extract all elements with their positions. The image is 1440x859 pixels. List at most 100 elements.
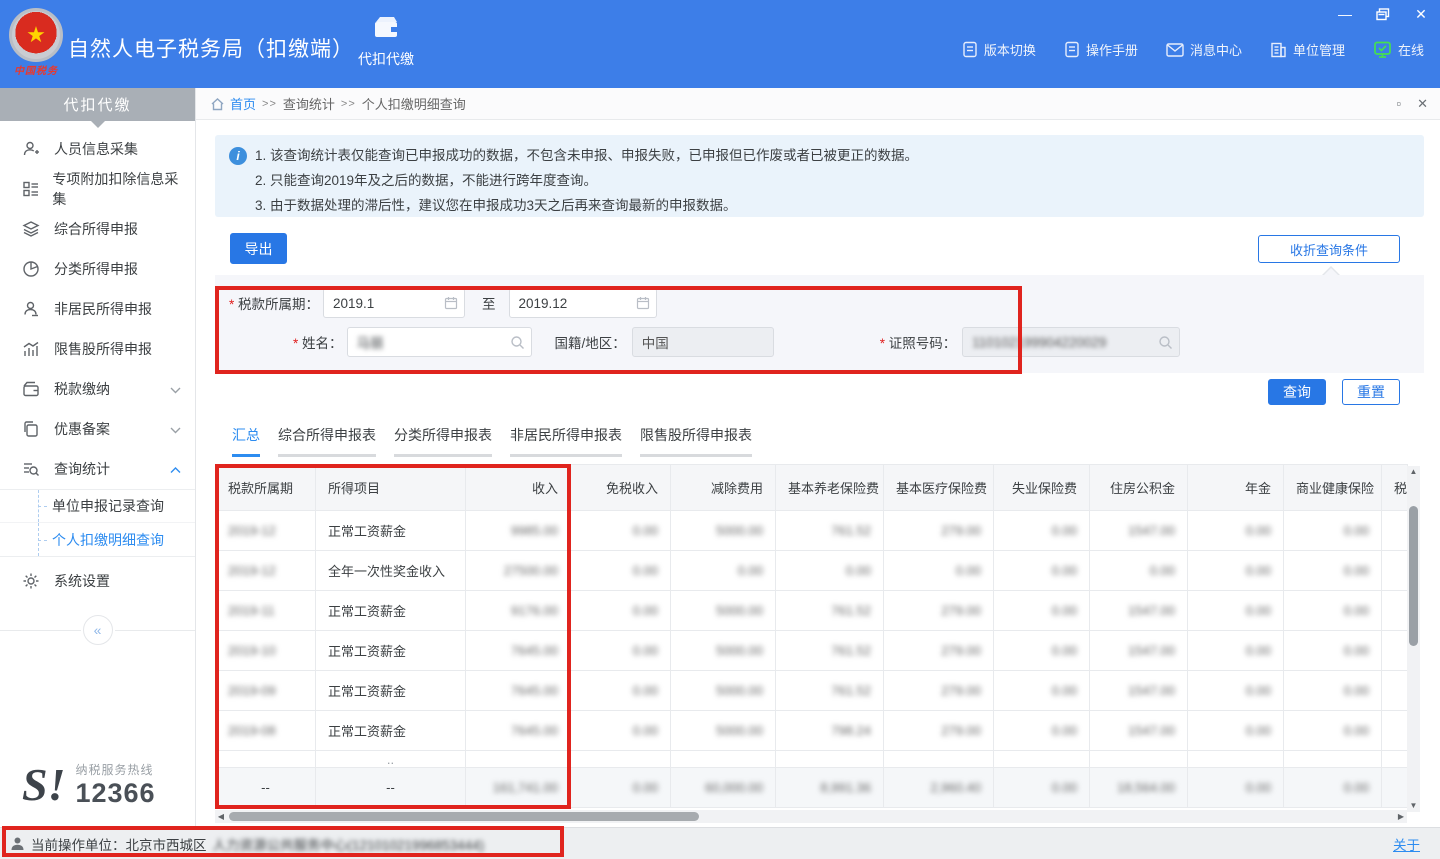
col-header: 税款所属期 (216, 465, 316, 511)
scroll-down-icon[interactable]: ▼ (1410, 800, 1418, 812)
sidebar-item-label: 分类所得申报 (54, 259, 138, 279)
sidebar-item-restricted-shares[interactable]: 限售股所得申报 (0, 329, 195, 369)
sidebar-item-comprehensive-income[interactable]: 综合所得申报 (0, 209, 195, 249)
vertical-scrollbar[interactable]: ▲ ▼ (1407, 466, 1420, 812)
horizontal-scroll-thumb[interactable] (229, 812, 699, 821)
breadcrumb-level3: 个人扣缴明细查询 (362, 94, 466, 113)
menu-unit-management[interactable]: 单位管理 (1270, 40, 1345, 59)
sidebar-item-query-statistics[interactable]: 查询统计 (0, 449, 195, 489)
table-row[interactable]: 2019-10正常工资薪金7645.000.005000.00761.52279… (216, 631, 1408, 671)
sidebar-item-nonresident-income[interactable]: 非居民所得申报 (0, 289, 195, 329)
sidebar-item-personnel-info[interactable]: 人员信息采集 (0, 129, 195, 169)
nav-item-withholding[interactable]: 代扣代缴 (348, 14, 424, 69)
collapse-sidebar-button[interactable]: « (83, 615, 113, 645)
current-unit-blurred: 人力资源公共服务中心(12101021996853444) (213, 834, 485, 854)
search-icon[interactable] (510, 335, 525, 350)
table-cell: 0.00 (776, 551, 884, 591)
scroll-left-icon[interactable]: ◀ (215, 812, 227, 821)
sidebar: 代扣代缴 人员信息采集 专项附加扣除信息采集 综合所得申报 分类所得申报 非居民… (0, 88, 196, 827)
menu-version-switch[interactable]: 版本切换 (962, 40, 1036, 59)
close-icon[interactable]: ✕ (1410, 4, 1432, 24)
sidebar-item-tax-payment[interactable]: 税款缴纳 (0, 369, 195, 409)
period-to-input[interactable] (510, 296, 656, 311)
period-from-field[interactable] (323, 288, 465, 318)
name-field[interactable] (347, 327, 532, 357)
table-row[interactable]: ----161,741.000.0060,000.008,991.362,960… (216, 768, 1408, 808)
table-cell: 正常工资薪金 (316, 511, 466, 551)
calendar-icon[interactable] (636, 296, 650, 310)
table-row[interactable]: 2019-08正常工资薪金7645.000.005000.00798.24279… (216, 711, 1408, 751)
vertical-scroll-thumb[interactable] (1409, 506, 1418, 646)
minimize-icon[interactable]: — (1334, 4, 1356, 24)
table-row[interactable]: 2019-11正常工资薪金9176.000.005000.00761.52279… (216, 591, 1408, 631)
hotline-glyph-icon: S! (22, 764, 65, 805)
menu-label: 单位管理 (1293, 40, 1345, 59)
table-row[interactable]: 2019-12正常工资薪金9985.000.005000.00761.52279… (216, 511, 1408, 551)
table-cell: 0.00 (994, 511, 1090, 551)
sidebar-subitem-unit-declaration-query[interactable]: 单位申报记录查询 (0, 490, 195, 523)
id-number-field[interactable] (962, 327, 1180, 357)
table-cell: 7645.00 (466, 711, 571, 751)
sidebar-item-preferential-filing[interactable]: 优惠备案 (0, 409, 195, 449)
hotline-logo: S! 纳税服务热线 12366 (22, 761, 156, 809)
period-to-field[interactable] (509, 288, 657, 318)
restore-icon[interactable] (1372, 4, 1394, 24)
calendar-icon[interactable] (444, 296, 458, 310)
wallet-icon (22, 380, 42, 398)
sidebar-item-special-deduction[interactable]: 专项附加扣除信息采集 (0, 169, 195, 209)
tab-summary[interactable]: 汇总 (232, 425, 260, 457)
horizontal-scrollbar[interactable]: ◀ ▶ (215, 810, 1407, 823)
sidebar-item-label: 非居民所得申报 (54, 299, 152, 319)
table-cell: 正常工资薪金 (316, 671, 466, 711)
about-link[interactable]: 关于 (1393, 834, 1420, 854)
table-cell: 0.00 (571, 511, 671, 551)
maximize-tab-icon[interactable]: ▫ (1396, 96, 1401, 112)
id-number-input[interactable] (963, 335, 1179, 350)
table-cell: 279.00 (884, 511, 994, 551)
table-cell: 0.00 (1284, 711, 1382, 751)
sidebar-menu-bottom: 系统设置 (0, 561, 195, 601)
query-button[interactable]: 查询 (1268, 379, 1326, 405)
tab-nonresident-income[interactable]: 非居民所得申报表 (510, 425, 622, 457)
breadcrumb-separator: >> (341, 98, 356, 110)
table-row[interactable]: .. (216, 751, 1408, 768)
tab-comprehensive-income[interactable]: 综合所得申报表 (278, 425, 376, 457)
table-cell: 60,000.00 (671, 768, 776, 808)
online-status-icon (1373, 41, 1392, 58)
table-cell: 9985.00 (466, 511, 571, 551)
table-cell: 0.00 (1284, 671, 1382, 711)
online-status[interactable]: 在线 (1373, 40, 1424, 59)
close-tab-icon[interactable]: ✕ (1417, 96, 1428, 112)
emblem-star-icon: ★ (26, 24, 46, 46)
search-icon[interactable] (1158, 335, 1173, 350)
reset-button[interactable]: 重置 (1342, 379, 1400, 405)
gear-icon (22, 572, 42, 590)
menu-message-center[interactable]: 消息中心 (1166, 40, 1242, 59)
export-button[interactable]: 导出 (230, 233, 287, 264)
name-input[interactable] (348, 335, 531, 350)
scroll-right-icon[interactable]: ▶ (1395, 812, 1407, 821)
home-icon (210, 97, 225, 111)
menu-manual[interactable]: 操作手册 (1064, 40, 1138, 59)
tab-classified-income[interactable]: 分类所得申报表 (394, 425, 492, 457)
search-list-icon (22, 460, 42, 478)
sidebar-item-system-settings[interactable]: 系统设置 (0, 561, 195, 601)
collapse-query-button[interactable]: 收折查询条件 (1258, 235, 1400, 263)
tab-restricted-shares[interactable]: 限售股所得申报表 (640, 425, 752, 457)
form-action-buttons: 查询 重置 (1268, 379, 1400, 405)
sidebar-item-classified-income[interactable]: 分类所得申报 (0, 249, 195, 289)
table-row[interactable]: 2019-12全年一次性奖金收入27500.000.000.000.000.00… (216, 551, 1408, 591)
sidebar-subitem-personal-withholding-query[interactable]: 个人扣缴明细查询 (0, 523, 195, 556)
scroll-up-icon[interactable]: ▲ (1410, 466, 1418, 478)
pie-chart-icon (22, 260, 42, 278)
table-row[interactable]: 2019-09正常工资薪金7645.000.005000.00761.52279… (216, 671, 1408, 711)
table-cell: 0.00 (1188, 768, 1284, 808)
table-cell: 0.00 (994, 768, 1090, 808)
breadcrumb-home-link[interactable]: 首页 (230, 94, 256, 113)
bar-chart-icon (22, 340, 42, 358)
table-cell: 0.00 (1188, 511, 1284, 551)
table-cell (1382, 768, 1408, 808)
table-cell: 2019-12 (216, 511, 316, 551)
table-cell: 0.00 (1188, 591, 1284, 631)
period-from-input[interactable] (324, 296, 464, 311)
